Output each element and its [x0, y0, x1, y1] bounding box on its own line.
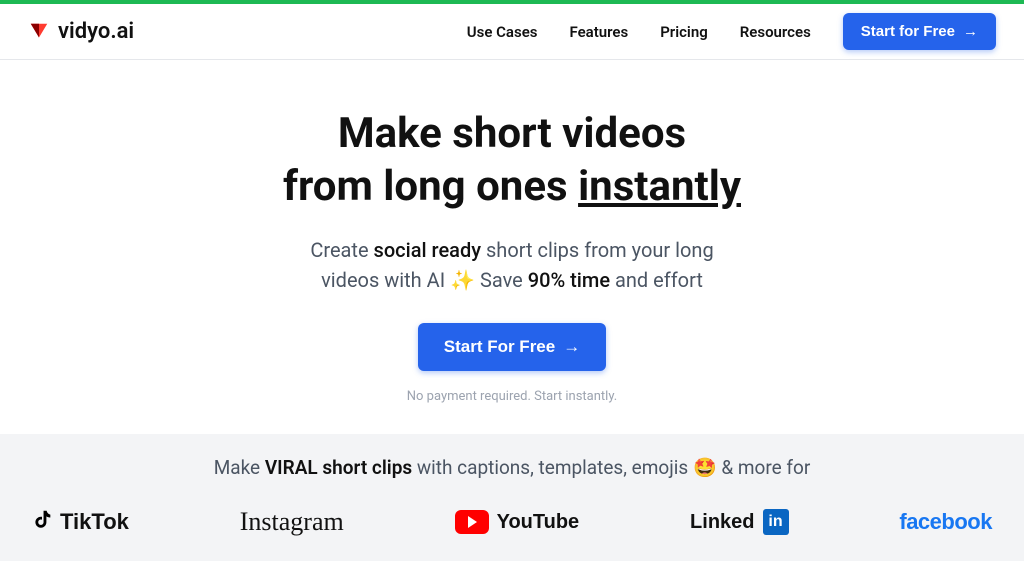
sub-line2-suffix: and effort — [610, 268, 703, 292]
sub-strong2: 90% time — [528, 268, 610, 292]
nav-link-pricing[interactable]: Pricing — [660, 23, 708, 41]
tiktok-icon — [32, 507, 54, 537]
tagline-prefix: Make — [214, 456, 265, 479]
nav-link-features[interactable]: Features — [570, 23, 629, 41]
sub-mid: short clips from your long — [481, 238, 714, 262]
sub-line2-prefix: videos with AI — [321, 268, 450, 292]
hero-section: Make short videos from long ones instant… — [0, 60, 1024, 434]
brand-linkedin: Linked in — [690, 509, 788, 535]
nav-links: Use Cases Features Pricing Resources — [467, 23, 811, 41]
tagline-mid: with captions, templates, emojis — [412, 456, 693, 479]
hero-fineprint: No payment required. Start instantly. — [20, 389, 1004, 404]
nav-cta-label: Start for Free — [861, 23, 955, 40]
brand-name: vidyo.ai — [58, 19, 134, 44]
arrow-right-icon: → — [563, 337, 580, 357]
emoji-star-struck-icon: 🤩 — [693, 456, 717, 479]
brand-facebook: facebook — [899, 509, 992, 535]
brand-youtube: YouTube — [455, 510, 580, 534]
nav-cta-button[interactable]: Start for Free → — [843, 13, 996, 50]
brand-tiktok: TikTok — [32, 507, 129, 537]
brand-instagram: Instagram — [240, 507, 344, 537]
hero-headline-line1: Make short videos — [338, 109, 686, 158]
logo-icon — [28, 21, 50, 43]
brands-tagline: Make VIRAL short clips with captions, te… — [28, 456, 996, 479]
hero-cta-wrap: Start For Free → — [20, 323, 1004, 371]
tagline-suffix: & more for — [717, 456, 811, 479]
nav-link-resources[interactable]: Resources — [740, 23, 811, 41]
hero-cta-button[interactable]: Start For Free → — [418, 323, 606, 371]
nav-link-use-cases[interactable]: Use Cases — [467, 23, 538, 41]
brands-section: Make VIRAL short clips with captions, te… — [0, 434, 1024, 561]
brands-row: TikTok Instagram YouTube Linked in facebo… — [28, 507, 996, 537]
brand-instagram-label: Instagram — [240, 507, 344, 537]
linkedin-box-icon: in — [763, 509, 789, 535]
hero-headline-line2-prefix: from long ones — [283, 162, 578, 211]
brand-facebook-label: facebook — [899, 509, 992, 535]
brand-linkedin-label: Linked — [690, 511, 754, 534]
hero-cta-label: Start For Free — [444, 337, 555, 357]
brand-logo[interactable]: vidyo.ai — [28, 19, 134, 44]
sub-prefix: Create — [310, 238, 373, 262]
hero-headline: Make short videos from long ones instant… — [20, 108, 1004, 213]
sparkle-icon: ✨ — [450, 265, 475, 295]
sub-strong1: social ready — [374, 238, 481, 262]
hero-subhead: Create social ready short clips from you… — [20, 235, 1004, 295]
tagline-strong: VIRAL short clips — [265, 456, 412, 479]
sub-line2-mid: Save — [475, 268, 528, 292]
brand-youtube-label: YouTube — [497, 511, 580, 534]
brand-tiktok-label: TikTok — [60, 509, 129, 535]
hero-headline-underlined: instantly — [578, 162, 741, 211]
main-nav: vidyo.ai Use Cases Features Pricing Reso… — [0, 4, 1024, 60]
arrow-right-icon: → — [963, 23, 978, 40]
youtube-play-icon — [455, 510, 489, 534]
